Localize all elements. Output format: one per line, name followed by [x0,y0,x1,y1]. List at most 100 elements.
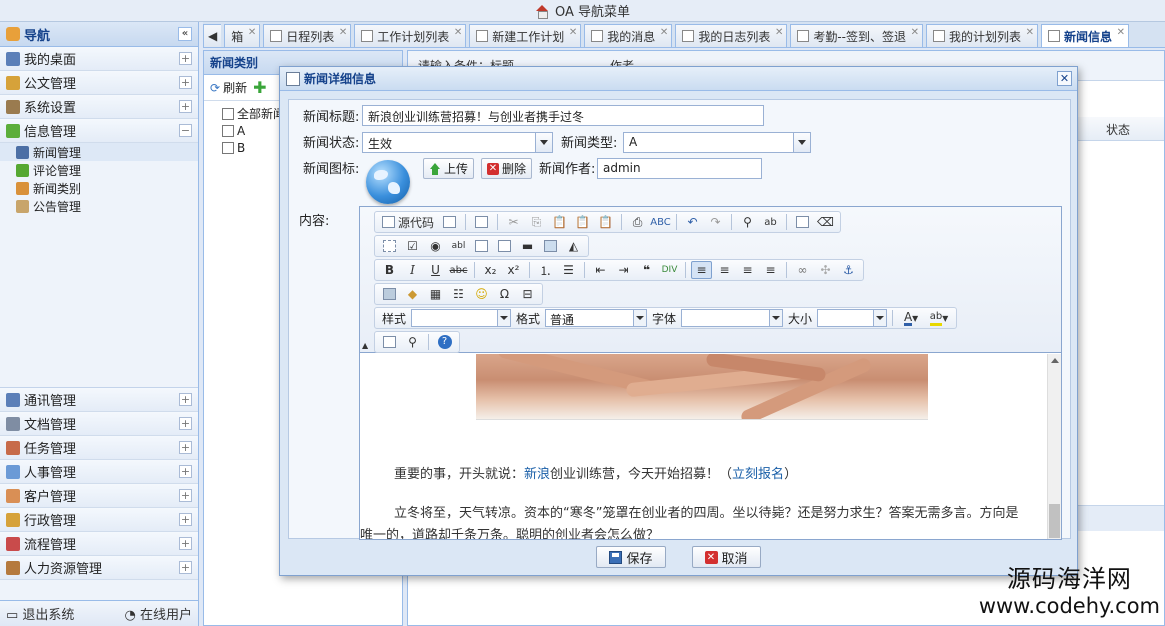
spellcheck-icon[interactable]: ABC [650,213,671,231]
nav-item-flow[interactable]: 流程管理 + [0,532,198,556]
expand-toggle-icon[interactable]: + [179,52,192,65]
nav-item-briefcase[interactable]: 人力资源管理 + [0,556,198,580]
sidebar-subitem-clipboard[interactable]: 公告管理 [0,197,198,215]
nav-item-chat[interactable]: 信息管理 − [0,119,198,143]
save-doc-icon[interactable] [439,213,460,231]
hidden-field-icon[interactable]: ◭ [563,237,584,255]
expand-toggle-icon[interactable]: − [179,124,192,137]
cut-icon[interactable]: ✂ [503,213,524,231]
image-button-icon[interactable] [540,237,561,255]
select-field-icon[interactable] [494,237,515,255]
online-users-button[interactable]: ◔ 在线用户 [125,604,193,623]
sidebar-subitem-news[interactable]: 新闻管理 [0,143,198,161]
expand-toggle-icon[interactable]: + [179,513,192,526]
tab-6[interactable]: 考勤--签到、签退 ✕ [790,24,923,47]
editor-content[interactable]: 重要的事，开头就说：新浪创业训练营，今天开始招募！（立刻报名） 立冬将至，天气转… [360,354,1046,539]
undo-icon[interactable]: ↶ [682,213,703,231]
redo-icon[interactable]: ↷ [705,213,726,231]
author-input[interactable]: admin [597,158,762,179]
close-tab-icon[interactable]: ✕ [1117,27,1125,38]
strike-icon[interactable]: abc [448,261,469,279]
nav-item-phone[interactable]: 通讯管理 + [0,388,198,412]
close-tab-icon[interactable]: ✕ [339,27,347,38]
new-page-icon[interactable] [471,213,492,231]
font-select[interactable] [681,309,784,327]
nav-item-desktop[interactable]: 我的桌面 + [0,47,198,71]
close-icon[interactable]: ✕ [1057,71,1072,86]
special-char-icon[interactable]: Ω [494,285,515,303]
align-left-icon[interactable]: ≡ [691,261,712,279]
select-all-icon[interactable] [792,213,813,231]
paste-icon[interactable]: 📋 [549,213,570,231]
expand-toggle-icon[interactable]: + [179,100,192,113]
italic-icon[interactable]: I [402,261,423,279]
close-tab-icon[interactable]: ✕ [248,27,256,38]
expand-toggle-icon[interactable]: + [179,76,192,89]
signup-link[interactable]: 立刻报名 [732,467,784,482]
tab-5[interactable]: 我的日志列表 ✕ [675,24,788,47]
nav-item-people[interactable]: 人事管理 + [0,460,198,484]
close-tab-icon[interactable]: ✕ [569,27,577,38]
source-button[interactable]: 源代码 [379,213,437,231]
image-icon[interactable] [379,285,400,303]
unlink-icon[interactable]: ✣ [815,261,836,279]
help-icon[interactable]: ? [434,333,455,351]
sina-link[interactable]: 新浪 [524,467,550,482]
preview-icon[interactable]: ⚲ [402,333,423,351]
superscript-icon[interactable]: x² [503,261,524,279]
nav-item-file[interactable]: 文档管理 + [0,412,198,436]
nav-item-task[interactable]: 任务管理 + [0,436,198,460]
textarea-icon[interactable] [471,237,492,255]
tab-4[interactable]: 我的消息 ✕ [584,24,673,47]
align-justify-icon[interactable]: ≡ [760,261,781,279]
page-break-icon[interactable]: ⊟ [517,285,538,303]
outdent-icon[interactable]: ⇤ [590,261,611,279]
tab-3[interactable]: 新建工作计划 ✕ [469,24,582,47]
text-color-icon[interactable]: A ▾ [898,309,924,327]
bold-icon[interactable]: B [379,261,400,279]
nav-item-book[interactable]: 行政管理 + [0,508,198,532]
close-tab-icon[interactable]: ✕ [775,27,783,38]
tab-7[interactable]: 我的计划列表 ✕ [926,24,1039,47]
expand-toggle-icon[interactable]: + [179,393,192,406]
maximize-icon[interactable] [379,333,400,351]
smiley-icon[interactable]: ☺ [471,285,492,303]
numbered-list-icon[interactable]: ⒈ [535,261,556,279]
format-select[interactable]: 普通 [545,309,648,327]
toolbar-collapse-icon[interactable]: ▲ [362,341,368,350]
expand-toggle-icon[interactable]: + [179,441,192,454]
tab-2[interactable]: 工作计划列表 ✕ [354,24,467,47]
editor-scrollbar[interactable] [1047,354,1061,539]
nav-item-document[interactable]: 公文管理 + [0,71,198,95]
textfield-icon[interactable]: abl [448,237,469,255]
scroll-thumb[interactable] [1049,504,1060,538]
button-field-icon[interactable]: ▬ [517,237,538,255]
horizontal-rule-icon[interactable]: ☷ [448,285,469,303]
div-icon[interactable]: DIV [659,261,680,279]
print-icon[interactable]: ⎙ [627,213,648,231]
bg-color-icon[interactable]: ab ▾ [926,309,952,327]
paste-text-icon[interactable]: 📋 [572,213,593,231]
expand-toggle-icon[interactable]: + [179,561,192,574]
subscript-icon[interactable]: x₂ [480,261,501,279]
find-icon[interactable]: ⚲ [737,213,758,231]
cancel-button[interactable]: ✕ 取消 [691,546,761,568]
add-icon[interactable]: ✚ [253,78,266,97]
close-tab-icon[interactable]: ✕ [911,27,919,38]
indent-icon[interactable]: ⇥ [613,261,634,279]
copy-icon[interactable]: ⎘ [526,213,547,231]
anchor-icon[interactable]: ⚓ [838,261,859,279]
tab-0[interactable]: 箱 ✕ [224,24,261,47]
replace-icon[interactable]: ab [760,213,781,231]
radio-icon[interactable]: ◉ [425,237,446,255]
collapse-nav-button[interactable]: « [178,27,192,41]
table-icon[interactable]: ▦ [425,285,446,303]
underline-icon[interactable]: U [425,261,446,279]
link-icon[interactable]: ∞ [792,261,813,279]
align-right-icon[interactable]: ≡ [737,261,758,279]
sidebar-subitem-comment[interactable]: 评论管理 [0,161,198,179]
upload-button[interactable]: 上传 [423,158,475,179]
align-center-icon[interactable]: ≡ [714,261,735,279]
bullet-list-icon[interactable]: ☰ [558,261,579,279]
type-select[interactable]: A [623,132,811,153]
